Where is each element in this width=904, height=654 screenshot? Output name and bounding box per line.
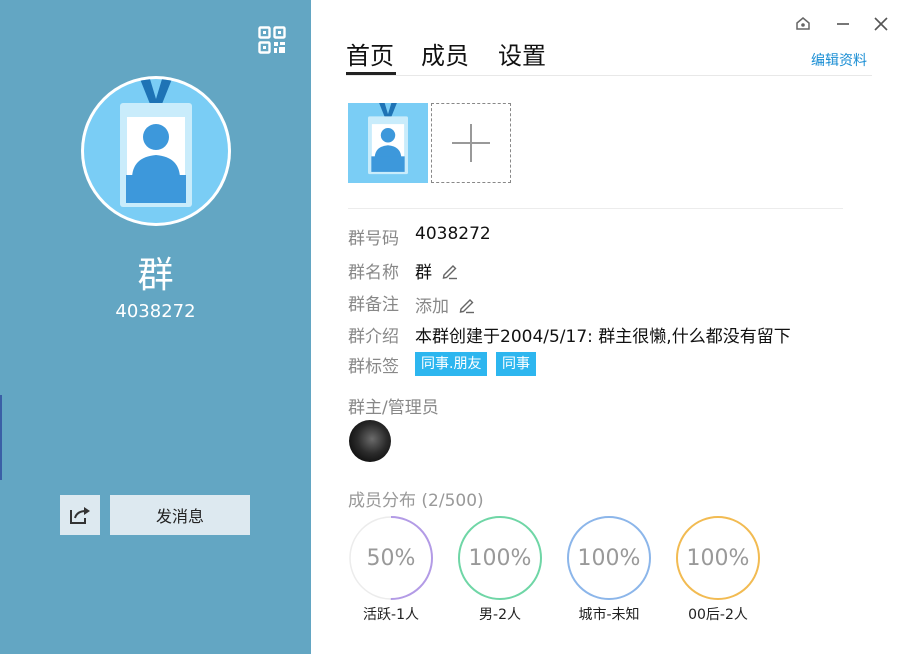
id-badge-icon — [120, 79, 192, 207]
tab-members[interactable]: 成员 — [421, 36, 469, 71]
tab-home[interactable]: 首页 — [346, 36, 394, 71]
group-tags-label: 群标签 — [348, 357, 399, 377]
distribution-ring: 50% — [348, 515, 434, 601]
share-icon — [70, 507, 90, 524]
distribution-percent: 100% — [468, 545, 532, 571]
group-photo-thumbnail[interactable] — [348, 103, 428, 183]
edit-pencil-icon[interactable] — [441, 262, 459, 285]
edit-profile-link[interactable]: 编辑资料 — [811, 50, 867, 70]
group-remark-value: 添加 — [415, 297, 449, 317]
member-distribution-title: 成员分布 (2/500) — [348, 491, 484, 511]
plus-icon — [452, 124, 490, 162]
minimize-icon[interactable] — [831, 12, 855, 36]
share-button[interactable] — [60, 495, 100, 535]
tabs-divider — [346, 75, 872, 76]
group-intro-value: 本群创建于2004/5/17: 群主很懒,什么都没有留下 — [415, 327, 791, 347]
edit-pencil-icon[interactable] — [458, 296, 476, 319]
send-message-button[interactable]: 发消息 — [110, 495, 250, 535]
admin-avatar[interactable] — [349, 420, 391, 462]
group-remark-field[interactable]: 添加 — [415, 292, 476, 319]
distribution-label: 活跃-1人 — [363, 607, 419, 623]
group-number-value: 4038272 — [415, 224, 491, 244]
group-avatar[interactable] — [84, 79, 228, 223]
distribution-ring: 100% — [675, 515, 761, 601]
profile-sidebar: 群 4038272 发消息 — [0, 0, 311, 654]
distribution-label: 男-2人 — [479, 607, 521, 623]
close-icon[interactable] — [869, 12, 893, 36]
distribution-label: 00后-2人 — [688, 607, 748, 623]
group-number: 4038272 — [115, 301, 196, 322]
group-number-label: 群号码 — [348, 229, 399, 249]
tab-settings[interactable]: 设置 — [498, 36, 546, 71]
group-tag[interactable]: 同事.朋友 — [415, 352, 488, 376]
distribution-percent: 50% — [366, 545, 416, 571]
group-tag[interactable]: 同事 — [496, 352, 536, 376]
qr-code-icon[interactable] — [258, 26, 286, 54]
id-badge-icon — [368, 103, 408, 175]
group-name-label: 群名称 — [348, 263, 399, 283]
group-name-value: 群 — [415, 263, 432, 283]
group-name: 群 — [137, 255, 174, 296]
sidebar-edge-accent — [0, 395, 2, 480]
group-remark-label: 群备注 — [348, 295, 399, 315]
distribution-label: 城市-未知 — [578, 607, 640, 623]
group-intro-label: 群介绍 — [348, 327, 399, 347]
distribution-ring: 100% — [457, 515, 543, 601]
skin-icon[interactable] — [791, 12, 815, 36]
section-divider — [348, 208, 843, 209]
distribution-percent: 100% — [577, 545, 641, 571]
group-name-field[interactable]: 群 — [415, 258, 459, 285]
add-photo-button[interactable] — [431, 103, 511, 183]
distribution-percent: 100% — [686, 545, 750, 571]
distribution-ring: 100% — [566, 515, 652, 601]
admins-title: 群主/管理员 — [348, 398, 439, 418]
